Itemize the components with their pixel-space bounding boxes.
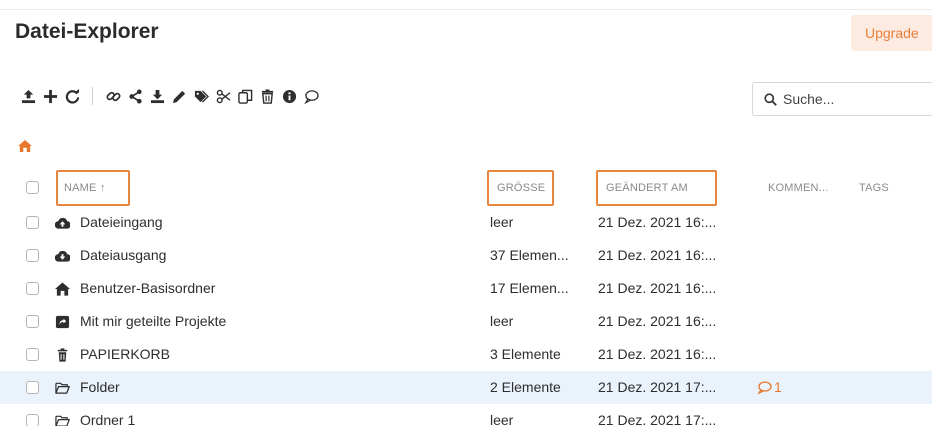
row-name: PAPIERKORB [80, 346, 170, 362]
row-name: Mit mir geteilte Projekte [80, 313, 227, 329]
row-size: 37 Elemen... [490, 247, 569, 263]
row-modified: 21 Dez. 2021 16:... [598, 214, 717, 230]
search-input[interactable] [783, 91, 923, 107]
table-header: NAME ↑ GRÖSSE GEÄNDERT AM KOMMEN... TAGS [0, 170, 932, 206]
table-row[interactable]: Benutzer-Basisordner 17 Elemen... 21 Dez… [0, 272, 932, 305]
trash-icon [54, 347, 70, 362]
row-checkbox[interactable] [26, 381, 39, 394]
column-header-name[interactable]: NAME ↑ [64, 170, 106, 206]
download-icon[interactable] [147, 86, 167, 106]
row-modified: 21 Dez. 2021 17:... [598, 379, 717, 395]
row-name: Benutzer-Basisordner [80, 280, 216, 296]
search-box[interactable] [752, 82, 932, 116]
upload-icon[interactable] [18, 86, 38, 106]
row-modified: 21 Dez. 2021 16:... [598, 247, 717, 263]
table-row[interactable]: Mit mir geteilte Projekte leer 21 Dez. 2… [0, 305, 932, 338]
row-checkbox[interactable] [26, 282, 39, 295]
comment-count-value: 1 [774, 379, 782, 395]
folder-open-icon [54, 413, 70, 426]
info-icon[interactable] [279, 86, 299, 106]
table-row[interactable]: Dateiausgang 37 Elemen... 21 Dez. 2021 1… [0, 239, 932, 272]
row-checkbox[interactable] [26, 216, 39, 229]
home-icon [54, 281, 70, 296]
cloud-download-icon [54, 248, 70, 263]
row-name: Dateieingang [80, 214, 163, 230]
copy-icon[interactable] [235, 86, 255, 106]
table-row[interactable]: Ordner 1 leer 21 Dez. 2021 17:... [0, 404, 932, 426]
select-all-checkbox[interactable] [26, 181, 39, 194]
tag-icon[interactable] [191, 86, 211, 106]
row-checkbox[interactable] [26, 414, 39, 426]
row-name: Dateiausgang [80, 247, 167, 263]
top-divider [0, 9, 932, 10]
row-modified: 21 Dez. 2021 17:... [598, 412, 717, 426]
row-size: 17 Elemen... [490, 280, 569, 296]
column-header-tags[interactable]: TAGS [859, 170, 889, 206]
row-name: Ordner 1 [80, 412, 136, 426]
column-header-modified[interactable]: GEÄNDERT AM [606, 170, 688, 206]
column-header-size[interactable]: GRÖSSE [497, 170, 545, 206]
folder-open-icon [54, 380, 70, 395]
row-checkbox[interactable] [26, 315, 39, 328]
cut-icon[interactable] [213, 86, 233, 106]
edit-icon[interactable] [169, 86, 189, 106]
cloud-upload-icon [54, 215, 70, 230]
row-modified: 21 Dez. 2021 16:... [598, 313, 717, 329]
link-icon[interactable] [103, 86, 123, 106]
row-size: leer [490, 412, 514, 426]
table-row[interactable]: PAPIERKORB 3 Elemente 21 Dez. 2021 16:..… [0, 338, 932, 371]
row-size: 3 Elemente [490, 346, 561, 362]
upgrade-button[interactable]: Upgrade [851, 15, 932, 51]
row-name: Folder [80, 379, 120, 395]
page-title: Datei-Explorer [15, 20, 159, 43]
comment-count[interactable]: 1 [757, 371, 782, 404]
row-size: leer [490, 313, 514, 329]
table-row[interactable]: Folder 2 Elemente 21 Dez. 2021 17:... 1 [0, 371, 932, 404]
row-modified: 21 Dez. 2021 16:... [598, 280, 717, 296]
refresh-icon[interactable] [62, 86, 82, 106]
row-size: leer [490, 214, 514, 230]
comment-bubble-icon [757, 381, 772, 394]
delete-icon[interactable] [257, 86, 277, 106]
row-checkbox[interactable] [26, 348, 39, 361]
toolbar [18, 86, 323, 106]
row-size: 2 Elemente [490, 379, 561, 395]
toolbar-divider [92, 87, 93, 105]
row-checkbox[interactable] [26, 249, 39, 262]
add-icon[interactable] [40, 86, 60, 106]
row-modified: 21 Dez. 2021 16:... [598, 346, 717, 362]
breadcrumb-home-icon[interactable] [18, 139, 32, 152]
column-header-comments[interactable]: KOMMEN... [768, 170, 828, 206]
search-icon [764, 92, 777, 106]
shared-projects-icon [54, 314, 70, 329]
share-icon[interactable] [125, 86, 145, 106]
comment-icon[interactable] [301, 86, 321, 106]
table-row[interactable]: Dateieingang leer 21 Dez. 2021 16:... [0, 206, 932, 239]
